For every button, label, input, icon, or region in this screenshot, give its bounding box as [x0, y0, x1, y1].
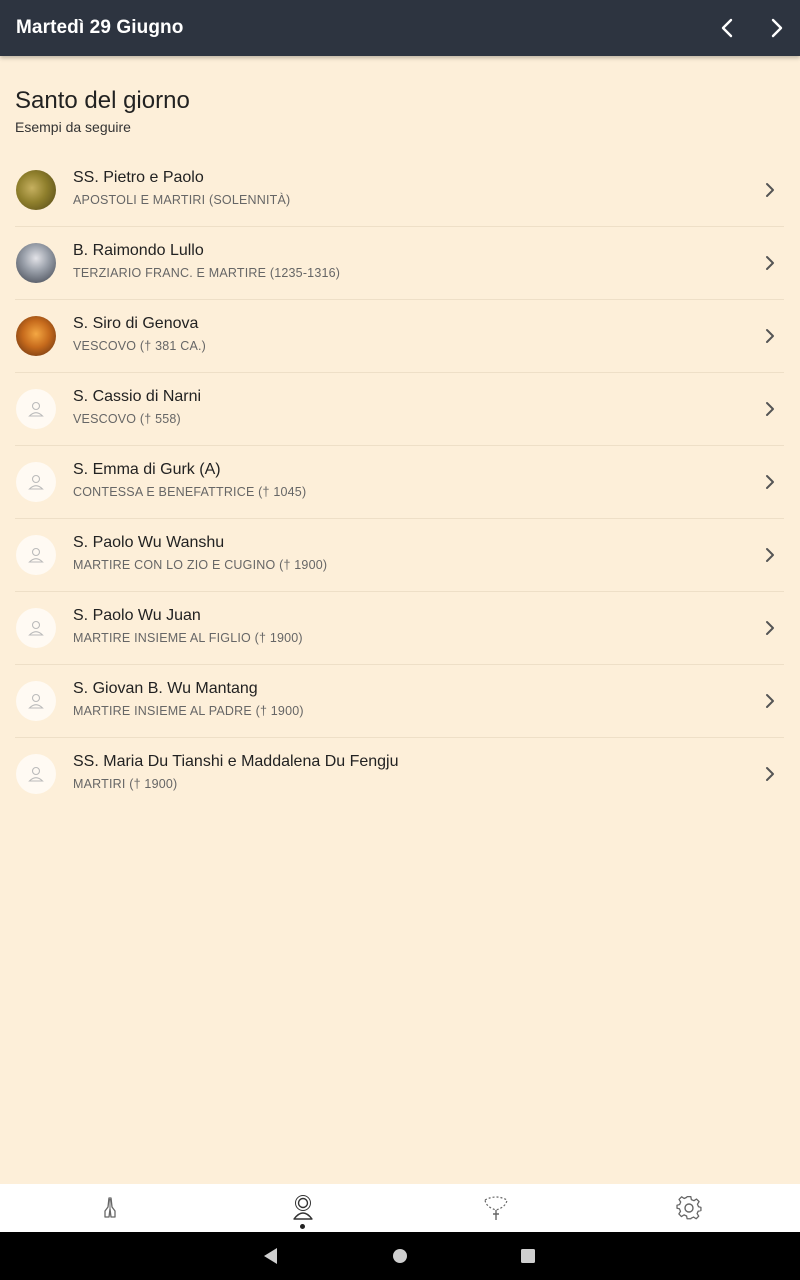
page-title: Santo del giorno	[15, 87, 190, 114]
chevron-right-icon	[766, 475, 774, 489]
next-day-button[interactable]	[756, 8, 796, 48]
saint-list-item[interactable]: S. Paolo Wu Wanshu MARTIRE CON LO ZIO E …	[15, 519, 784, 592]
saint-name: S. Paolo Wu Wanshu	[73, 534, 225, 551]
saint-description: CONTESSA E BENEFATTRICE († 1045)	[73, 485, 307, 499]
saint-list-item[interactable]: S. Emma di Gurk (A) CONTESSA E BENEFATTR…	[15, 446, 784, 519]
saint-name: S. Cassio di Narni	[73, 388, 202, 405]
chevron-left-icon	[721, 18, 733, 38]
saint-name: B. Raimondo Lullo	[73, 242, 204, 259]
placeholder-person-icon	[28, 693, 44, 709]
placeholder-person-icon	[28, 620, 44, 636]
app-bar: Martedì 29 Giugno	[0, 0, 800, 56]
saint-avatar	[16, 389, 56, 429]
saint-list-item[interactable]: SS. Maria Du Tianshi e Maddalena Du Feng…	[15, 738, 784, 811]
saint-name: S. Giovan B. Wu Mantang	[73, 680, 258, 697]
bottom-navigation	[0, 1184, 800, 1232]
saint-avatar	[16, 316, 56, 356]
saint-description: MARTIRI († 1900)	[73, 777, 178, 791]
saint-list-item[interactable]: S. Siro di Genova VESCOVO († 381 CA.)	[15, 300, 784, 373]
chevron-right-icon	[766, 329, 774, 343]
saint-list-item[interactable]: SS. Pietro e Paolo APOSTOLI E MARTIRI (S…	[15, 154, 784, 227]
placeholder-person-icon	[28, 474, 44, 490]
rosary-icon	[484, 1196, 508, 1220]
chevron-right-icon	[766, 402, 774, 416]
chevron-right-icon	[766, 256, 774, 270]
chevron-right-icon	[766, 183, 774, 197]
saint-avatar	[16, 681, 56, 721]
chevron-right-icon	[771, 18, 783, 38]
saint-description: MARTIRE INSIEME AL PADRE († 1900)	[73, 704, 304, 718]
saint-list-item[interactable]: S. Paolo Wu Juan MARTIRE INSIEME AL FIGL…	[15, 592, 784, 665]
page-subtitle: Esempi da seguire	[15, 119, 131, 135]
saint-name: S. Emma di Gurk (A)	[73, 461, 221, 478]
nav-saints[interactable]	[203, 1184, 403, 1232]
saint-description: APOSTOLI E MARTIRI (SOLENNITÀ)	[73, 193, 291, 207]
saint-list: SS. Pietro e Paolo APOSTOLI E MARTIRI (S…	[15, 154, 784, 811]
saint-list-item[interactable]: S. Giovan B. Wu Mantang MARTIRE INSIEME …	[15, 665, 784, 738]
saint-avatar	[16, 170, 56, 210]
saint-list-item[interactable]: B. Raimondo Lullo TERZIARIO FRANC. E MAR…	[15, 227, 784, 300]
active-indicator	[300, 1224, 305, 1229]
saint-avatar	[16, 608, 56, 648]
saint-avatar	[16, 462, 56, 502]
previous-day-button[interactable]	[708, 8, 748, 48]
saint-description: VESCOVO († 558)	[73, 412, 181, 426]
chevron-right-icon	[766, 621, 774, 635]
saint-name: SS. Maria Du Tianshi e Maddalena Du Feng…	[73, 753, 399, 770]
saint-list-item[interactable]: S. Cassio di Narni VESCOVO († 558)	[15, 373, 784, 446]
chevron-right-icon	[766, 767, 774, 781]
placeholder-person-icon	[28, 401, 44, 417]
placeholder-person-icon	[28, 547, 44, 563]
chevron-right-icon	[766, 548, 774, 562]
saint-avatar	[16, 754, 56, 794]
saint-icon	[293, 1195, 313, 1220]
saint-name: S. Siro di Genova	[73, 315, 199, 332]
saint-avatar	[16, 535, 56, 575]
saint-description: VESCOVO († 381 CA.)	[73, 339, 207, 353]
home-circle-icon[interactable]	[390, 1246, 410, 1266]
praying-hands-icon	[104, 1197, 116, 1218]
nav-settings[interactable]	[589, 1184, 789, 1232]
system-navigation-bar	[0, 1232, 800, 1280]
saint-name: S. Paolo Wu Juan	[73, 607, 201, 624]
saint-description: MARTIRE INSIEME AL FIGLIO († 1900)	[73, 631, 303, 645]
date-title: Martedì 29 Giugno	[16, 17, 184, 38]
saint-name: SS. Pietro e Paolo	[73, 169, 204, 186]
placeholder-person-icon	[28, 766, 44, 782]
main-content: Santo del giorno Esempi da seguire SS. P…	[0, 56, 800, 1184]
saint-avatar	[16, 243, 56, 283]
back-triangle-icon[interactable]	[261, 1246, 281, 1266]
recents-square-icon[interactable]	[518, 1246, 538, 1266]
gear-icon	[676, 1196, 702, 1220]
nav-rosary[interactable]	[396, 1184, 596, 1232]
saint-description: MARTIRE CON LO ZIO E CUGINO († 1900)	[73, 558, 328, 572]
saint-description: TERZIARIO FRANC. E MARTIRE (1235-1316)	[73, 266, 341, 280]
chevron-right-icon	[766, 694, 774, 708]
nav-prayers[interactable]	[10, 1184, 210, 1232]
